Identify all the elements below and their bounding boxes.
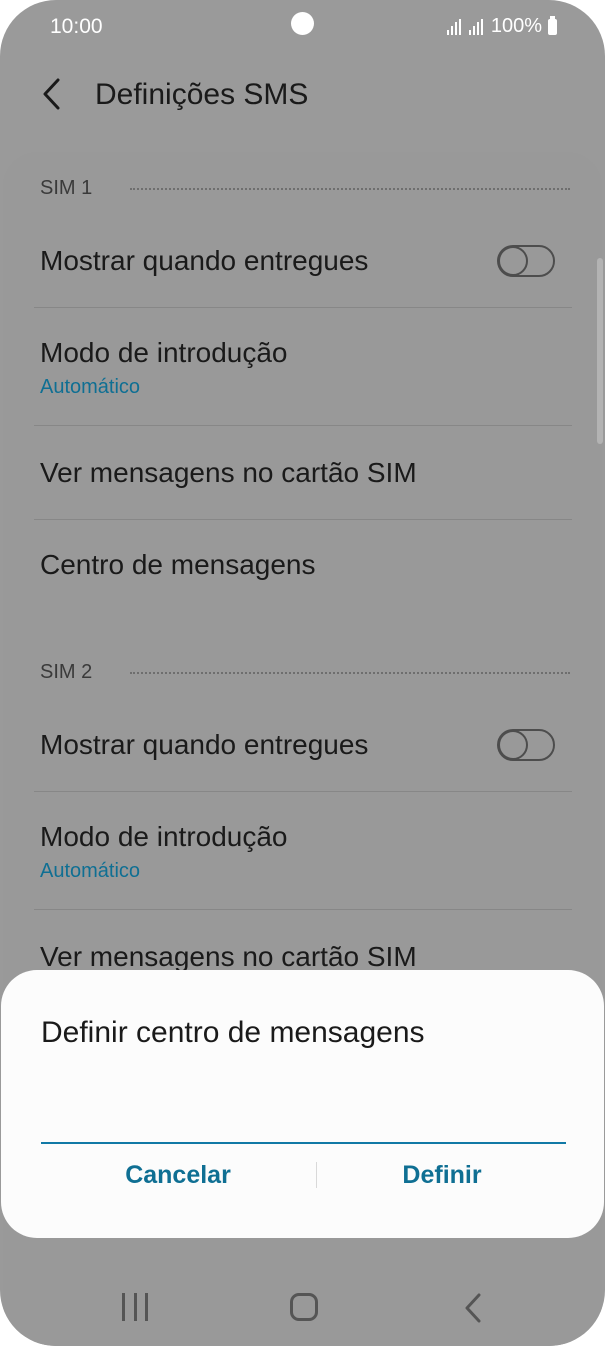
delivery-report-toggle[interactable]: [497, 729, 555, 761]
cancel-button[interactable]: Cancelar: [48, 1153, 308, 1197]
signal-icon: [446, 18, 461, 35]
message-center-item[interactable]: Centro de mensagens: [40, 549, 316, 581]
section-header-sim2: SIM 2: [40, 661, 93, 683]
toggle-knob: [498, 246, 528, 276]
input-mode-label[interactable]: Modo de introdução: [40, 337, 288, 369]
input-mode-value: Automático: [40, 860, 141, 882]
input-mode-label[interactable]: Modo de introdução: [40, 821, 288, 853]
list-divider: [34, 791, 572, 792]
status-time: 10:00: [50, 15, 103, 38]
battery-percent: 100%: [490, 15, 542, 37]
section-header-sim1: SIM 1: [40, 177, 93, 199]
list-divider: [34, 519, 572, 520]
message-center-input[interactable]: [41, 1090, 566, 1144]
list-divider: [34, 425, 572, 426]
battery-icon: [548, 15, 557, 35]
signal-icon: [468, 18, 483, 35]
dialog-title: Definir centro de mensagens: [41, 1016, 425, 1049]
confirm-button[interactable]: Definir: [312, 1153, 572, 1197]
navigation-bar: [0, 1260, 605, 1346]
phone-screen: 10:00 100% Definições SMS SIM 1 Mostrar …: [0, 0, 605, 1346]
page-title: Definições SMS: [95, 78, 309, 111]
delivery-report-label[interactable]: Mostrar quando entregues: [40, 245, 368, 277]
scrollbar[interactable]: [597, 258, 603, 444]
chevron-left-icon[interactable]: [38, 76, 68, 112]
list-divider: [34, 909, 572, 910]
home-icon[interactable]: [290, 1293, 318, 1321]
status-icons: 100%: [446, 15, 557, 38]
view-sim-messages-item[interactable]: Ver mensagens no cartão SIM: [40, 457, 417, 489]
toggle-knob: [498, 730, 528, 760]
status-bar: 10:00 100%: [0, 0, 605, 56]
input-mode-value: Automático: [40, 376, 141, 398]
section-divider: [130, 672, 570, 674]
back-icon[interactable]: [462, 1292, 486, 1324]
view-sim-messages-item[interactable]: Ver mensagens no cartão SIM: [40, 941, 417, 973]
list-divider: [34, 307, 572, 308]
message-center-dialog: Definir centro de mensagens Cancelar Def…: [1, 970, 604, 1238]
delivery-report-toggle[interactable]: [497, 245, 555, 277]
camera-cutout: [291, 12, 314, 35]
recents-icon[interactable]: [122, 1293, 148, 1321]
app-bar: Definições SMS: [0, 56, 605, 146]
delivery-report-label[interactable]: Mostrar quando entregues: [40, 729, 368, 761]
section-divider: [130, 188, 570, 190]
